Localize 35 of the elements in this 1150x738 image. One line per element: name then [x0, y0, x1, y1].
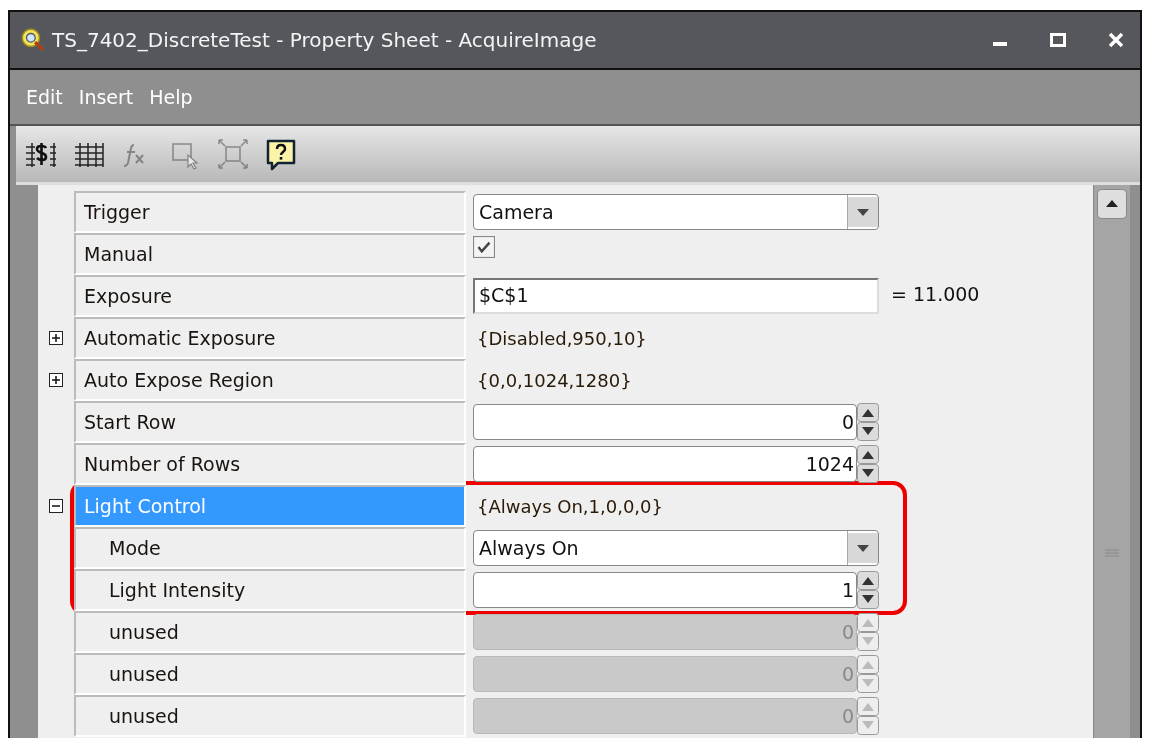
dropdown-field[interactable]: Camera	[473, 194, 879, 230]
result-value: = 11.000	[891, 283, 980, 305]
help-icon[interactable]	[264, 137, 298, 171]
spin-field[interactable]: 0	[473, 404, 857, 440]
close-button[interactable]	[1106, 30, 1126, 50]
expander-toggle[interactable]	[49, 331, 63, 345]
dropdown-caret-icon[interactable]	[847, 531, 878, 565]
checkbox[interactable]	[473, 236, 495, 258]
property-value: {Disabled,950,10}	[476, 327, 647, 349]
spin-buttons[interactable]	[857, 571, 879, 609]
spin-buttons[interactable]	[857, 403, 879, 441]
magnifier-icon	[20, 27, 46, 53]
property-name[interactable]: Automatic Exposure	[74, 317, 466, 359]
property-name[interactable]: Trigger	[74, 191, 466, 233]
property-name[interactable]: Mode	[74, 527, 466, 569]
dropdown-caret-icon[interactable]	[847, 195, 878, 229]
property-value: {Always On,1,0,0,0}	[476, 495, 663, 517]
expander-toggle[interactable]	[49, 373, 63, 387]
dropdown-field[interactable]: Always On	[473, 530, 879, 566]
property-name[interactable]: Manual	[74, 233, 466, 275]
spin-buttons[interactable]	[857, 445, 879, 483]
property-name[interactable]: Start Row	[74, 401, 466, 443]
scroll-up-button[interactable]	[1097, 189, 1127, 219]
expander-toggle[interactable]	[49, 499, 63, 513]
property-name[interactable]: Number of Rows	[74, 443, 466, 485]
vertical-scrollbar[interactable]	[1093, 185, 1130, 738]
property-name[interactable]: Light Intensity	[74, 569, 466, 611]
spin-field[interactable]: 1	[473, 572, 857, 608]
property-name[interactable]: Exposure	[74, 275, 466, 317]
maximize-button[interactable]	[1048, 30, 1068, 50]
property-name[interactable]: Auto Expose Region	[74, 359, 466, 401]
spin-field[interactable]: 1024	[473, 446, 857, 482]
input-field[interactable]: $C$1	[473, 278, 879, 314]
property-value: {0,0,1024,1280}	[476, 369, 632, 391]
window-title: TS_7402_DiscreteTest - Property Sheet - AcquireImage	[52, 28, 597, 52]
